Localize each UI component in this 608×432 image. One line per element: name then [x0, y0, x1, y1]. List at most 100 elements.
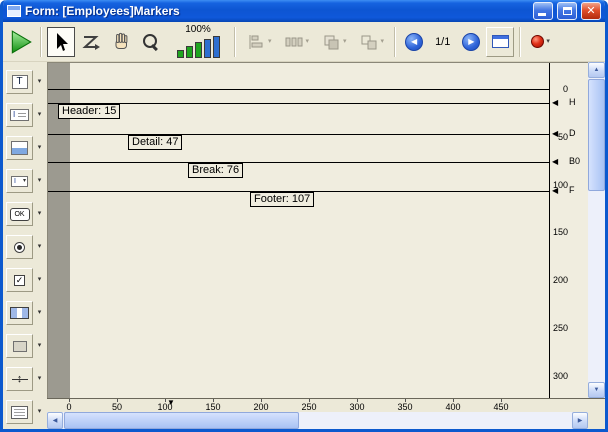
tab-control-tool-button[interactable]	[6, 301, 33, 325]
zoom-bar[interactable]	[204, 39, 211, 58]
entry-order-tool-button[interactable]	[77, 27, 105, 57]
object-palette: T ▾ I ▾ ▾ I ▾ OK ▾ ▾	[3, 62, 47, 429]
group-box-tool-button[interactable]	[6, 136, 33, 160]
hand-tool-button[interactable]	[107, 27, 135, 57]
distribute-menu-button[interactable]: ▾	[284, 32, 310, 52]
rectangle-tool-button[interactable]	[6, 334, 33, 358]
scroll-down-button[interactable]: ▼	[588, 382, 605, 398]
zoom-bar[interactable]	[177, 50, 184, 58]
list-box-tool-button[interactable]	[6, 400, 33, 424]
vertical-scroll-thumb[interactable]	[588, 79, 605, 191]
vertical-ruler-tick: 150	[551, 227, 568, 237]
break-marker-label[interactable]: Break: 76	[188, 163, 243, 178]
radio-button-tool-dropdown[interactable]: ▾	[35, 243, 44, 251]
header-marker-line[interactable]	[48, 103, 549, 104]
zoom-level-label: 100%	[185, 24, 211, 35]
splitter-tool-button[interactable]: ↕	[6, 367, 33, 391]
toolbar-separator	[40, 27, 42, 57]
zoom-bars-icon[interactable]	[177, 36, 220, 58]
field-tool-dropdown[interactable]: ▾	[35, 111, 44, 119]
horizontal-scroll-thumb[interactable]	[64, 412, 299, 429]
splitter-tool-dropdown[interactable]: ▾	[35, 375, 44, 383]
list-box-tool-dropdown[interactable]: ▾	[35, 408, 44, 416]
next-page-button[interactable]: ▶	[462, 33, 480, 51]
button-tool-row: OK ▾	[6, 202, 44, 226]
ruler-tick-mark	[501, 399, 502, 402]
align-dropdown-icon[interactable]: ▾	[268, 38, 272, 46]
rectangle-tool-dropdown[interactable]: ▾	[35, 342, 44, 350]
display-form-button[interactable]	[486, 27, 514, 57]
zoom-control[interactable]: 100%	[167, 24, 229, 60]
field-tool-icon: I	[10, 109, 29, 121]
minimize-button[interactable]	[533, 2, 553, 20]
scroll-left-button[interactable]: ◀	[47, 412, 63, 429]
break-marker-handle-icon[interactable]: ◀	[552, 157, 558, 167]
vertical-ruler-tick: 200	[551, 275, 568, 285]
zoom-bar[interactable]	[186, 46, 193, 58]
break-marker-line[interactable]	[48, 162, 549, 163]
align-menu-button[interactable]: ▾	[246, 32, 272, 52]
form-preview-icon	[492, 35, 509, 48]
button-tool-dropdown[interactable]: ▾	[35, 210, 44, 218]
text-tool-button[interactable]: T	[6, 70, 33, 94]
duplicate-dropdown-icon[interactable]: ▾	[381, 38, 385, 46]
field-tool-row: I ▾	[6, 103, 44, 127]
detail-marker-label[interactable]: Detail: 47	[128, 135, 182, 150]
header-marker-handle-icon[interactable]: ◀	[552, 98, 558, 108]
layer-menu-button[interactable]: ▾	[321, 32, 347, 52]
align-icon	[246, 32, 266, 52]
group-box-tool-dropdown[interactable]: ▾	[35, 144, 44, 152]
scroll-left-icon: ◀	[53, 418, 58, 424]
horizontal-ruler-tick: 150	[203, 402, 223, 412]
entry-order-icon	[80, 31, 102, 53]
rectangle-tool-row: ▾	[6, 334, 44, 358]
detail-marker-letter: D	[569, 128, 576, 139]
tab-control-tool-row: ▾	[6, 301, 44, 325]
horizontal-ruler-tick: 350	[395, 402, 415, 412]
title-bar[interactable]: Form: [Employees]Markers ✕	[3, 0, 605, 22]
tab-control-tool-icon	[10, 307, 29, 319]
horizontal-ruler-tick: 400	[443, 402, 463, 412]
scroll-up-button[interactable]: ▲	[588, 62, 605, 78]
previous-page-icon: ◀	[411, 38, 417, 46]
close-button[interactable]: ✕	[581, 2, 601, 20]
header-marker-label[interactable]: Header: 15	[58, 104, 120, 119]
red-circle-icon	[531, 35, 544, 48]
checkbox-tool-dropdown[interactable]: ▾	[35, 276, 44, 284]
button-tool-button[interactable]: OK	[6, 202, 33, 226]
vertical-ruler-tick: 0	[551, 84, 568, 94]
ruler-tick-mark	[213, 399, 214, 402]
distribute-dropdown-icon[interactable]: ▾	[306, 38, 310, 46]
checkbox-tool-button[interactable]: ✓	[6, 268, 33, 292]
hand-icon	[110, 31, 132, 53]
mode-dropdown-icon[interactable]: ▾	[546, 38, 550, 46]
ruler-tick-mark	[261, 399, 262, 402]
mode-menu-button[interactable]: ▾	[531, 35, 550, 48]
execute-form-button[interactable]	[7, 27, 35, 57]
duplicate-menu-button[interactable]: ▾	[359, 32, 385, 52]
layer-dropdown-icon[interactable]: ▾	[343, 38, 347, 46]
footer-marker-label[interactable]: Footer: 107	[250, 192, 314, 207]
tab-control-tool-dropdown[interactable]: ▾	[35, 309, 44, 317]
text-tool-row: T ▾	[6, 70, 44, 94]
combo-box-tool-button[interactable]: I	[6, 169, 33, 193]
maximize-button[interactable]	[557, 2, 577, 20]
scroll-right-button[interactable]: ▶	[572, 412, 588, 429]
text-tool-dropdown[interactable]: ▾	[35, 78, 44, 86]
vertical-ruler-tick: 250	[551, 323, 568, 333]
select-tool-button[interactable]	[47, 27, 75, 57]
splitter-tool-icon: ↕	[12, 371, 28, 387]
form-canvas[interactable]: ◀H◀D◀B0◀F050100150200250300 Header: 15De…	[47, 62, 588, 398]
radio-button-tool-button[interactable]	[6, 235, 33, 259]
zoom-tool-button[interactable]	[137, 27, 165, 57]
field-tool-button[interactable]: I	[6, 103, 33, 127]
horizontal-scrollbar[interactable]: ◀ ▶	[47, 412, 588, 429]
detail-marker-line[interactable]	[48, 134, 549, 135]
previous-page-button[interactable]: ◀	[405, 33, 423, 51]
zoom-bar[interactable]	[195, 42, 202, 58]
combo-box-tool-dropdown[interactable]: ▾	[35, 177, 44, 185]
zoom-bar[interactable]	[213, 36, 220, 58]
toolbar-separator	[234, 27, 236, 57]
vertical-scrollbar[interactable]: ▲ ▼	[588, 62, 605, 398]
minimize-icon	[538, 13, 546, 16]
